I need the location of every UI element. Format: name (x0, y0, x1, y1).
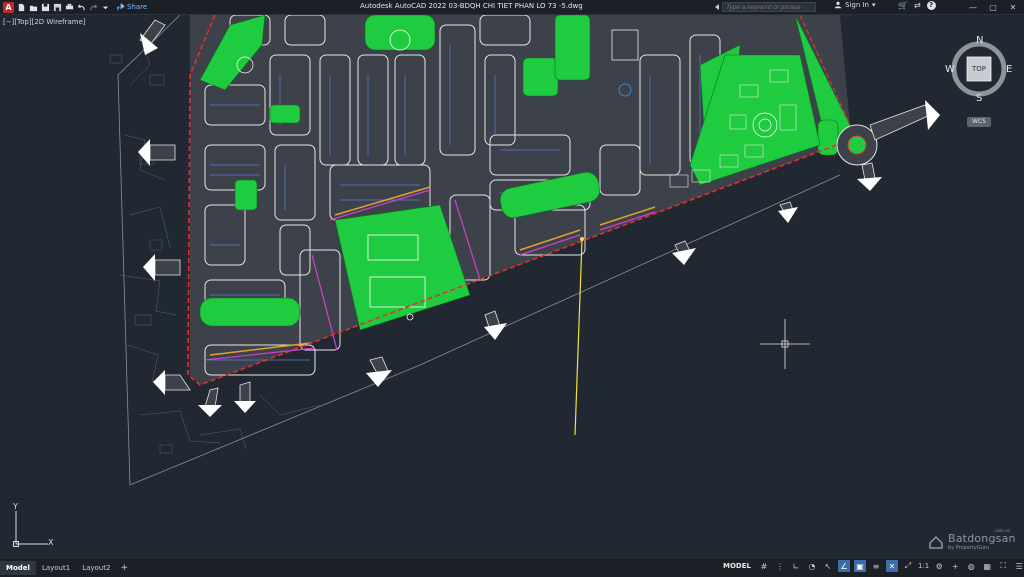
maximize-button[interactable]: ▢ (983, 0, 1003, 14)
cart-icon[interactable]: 🛒 (898, 1, 908, 10)
roundabout (836, 124, 878, 166)
workspace-gear-icon[interactable]: ⚙ (933, 560, 945, 572)
header-icons: 🛒 ⇄ ? (898, 1, 936, 10)
watermark-domain: .com.vn (994, 528, 1010, 533)
compass-east[interactable]: E (1006, 64, 1012, 75)
dropdown-icon[interactable] (101, 3, 110, 12)
autocad-logo-icon[interactable]: A (3, 1, 14, 13)
batdongsan-logo-icon (929, 535, 943, 549)
minimize-button[interactable]: — (963, 0, 983, 14)
plus-icon[interactable]: + (949, 560, 961, 572)
snap-icon[interactable]: ⋮ (774, 560, 786, 572)
search-arrow-icon[interactable] (712, 2, 722, 12)
tab-model[interactable]: Model (0, 560, 36, 575)
ucs-y-label: Y (13, 502, 18, 511)
customization-menu-icon[interactable]: ☰ (1013, 560, 1024, 572)
window-title: Autodesk AutoCAD 2022 03-BDQH CHI TIET P… (360, 2, 583, 10)
hardware-acceleration-icon[interactable]: ▦ (981, 560, 993, 572)
isodraft-icon[interactable]: ↖ (822, 560, 834, 572)
exchange-icon[interactable]: ⇄ (914, 1, 921, 10)
crosshair-cursor (760, 319, 810, 369)
object-snap-icon[interactable]: ▣ (853, 560, 866, 572)
status-bar: Model Layout1 Layout2 + MODEL # ⋮ ∟ ◔ ↖ … (0, 557, 1024, 577)
annotation-visibility-icon[interactable]: ✕ (885, 560, 898, 572)
redo-icon[interactable] (89, 3, 98, 12)
tab-layout1[interactable]: Layout1 (36, 561, 76, 575)
add-layout-icon[interactable]: + (120, 563, 128, 573)
drawing-canvas[interactable] (0, 15, 1024, 556)
share-button[interactable]: Share (117, 3, 147, 11)
polar-icon[interactable]: ◔ (806, 560, 818, 572)
grid-icon[interactable]: # (758, 560, 770, 572)
object-snap-tracking-icon[interactable]: ∠ (837, 560, 850, 572)
sign-in-label: Sign In (845, 1, 869, 9)
save-icon[interactable] (41, 3, 50, 12)
tab-layout2[interactable]: Layout2 (76, 561, 116, 575)
ucs-x-label: X (48, 538, 54, 547)
clean-screen-icon[interactable]: ⛶ (997, 560, 1009, 572)
auto-scale-icon[interactable]: ⤢ (902, 560, 914, 572)
viewcube[interactable]: N S E W TOP WCS (945, 35, 1013, 127)
compass-north[interactable]: N (976, 35, 983, 46)
share-label: Share (127, 3, 148, 11)
chevron-down-icon: ▾ (872, 1, 876, 9)
save-as-icon[interactable] (53, 3, 62, 12)
leader-line (574, 239, 583, 436)
close-button[interactable]: ✕ (1003, 0, 1023, 14)
watermark: Batdongsan by PropertyGuru .com.vn (928, 528, 1016, 551)
compass-west[interactable]: W (945, 64, 955, 75)
watermark-sub: by PropertyGuru (948, 545, 990, 551)
wcs-menu[interactable]: WCS (967, 117, 991, 127)
lineweight-icon[interactable]: ≡ (870, 560, 882, 572)
watermark-brand: Batdongsan (948, 532, 1016, 545)
status-toggles: MODEL # ⋮ ∟ ◔ ↖ ∠ ▣ ≡ ✕ ⤢ 1:1 ⚙ + ◍ ▦ ⛶ … (720, 560, 1024, 572)
user-icon (834, 1, 842, 9)
compass-south[interactable]: S (976, 93, 982, 104)
share-icon (117, 3, 125, 11)
ucs-icon: Y X (8, 502, 54, 552)
search-input[interactable] (722, 2, 816, 12)
site-boundary-line (117, 15, 181, 486)
leader-point (580, 237, 584, 241)
ortho-icon[interactable]: ∟ (790, 560, 802, 572)
annotation-scale[interactable]: 1:1 (918, 562, 929, 570)
model-space-button[interactable]: MODEL (720, 562, 754, 570)
sign-in-button[interactable]: Sign In ▾ (834, 1, 876, 9)
open-folder-icon[interactable] (29, 3, 38, 12)
plot-icon[interactable] (65, 3, 74, 12)
new-file-icon[interactable] (17, 3, 26, 12)
quick-access-toolbar: A Share (0, 0, 147, 14)
title-bar: A Share Autodesk AutoCAD 2022 03-BDQH CH… (0, 0, 1024, 15)
viewcube-top-face[interactable]: TOP (969, 65, 989, 73)
isolate-icon[interactable]: ◍ (965, 560, 977, 572)
undo-icon[interactable] (77, 3, 86, 12)
viewport-controls[interactable]: [−][Top][2D Wireframe] (3, 18, 86, 26)
help-icon[interactable]: ? (926, 1, 936, 10)
